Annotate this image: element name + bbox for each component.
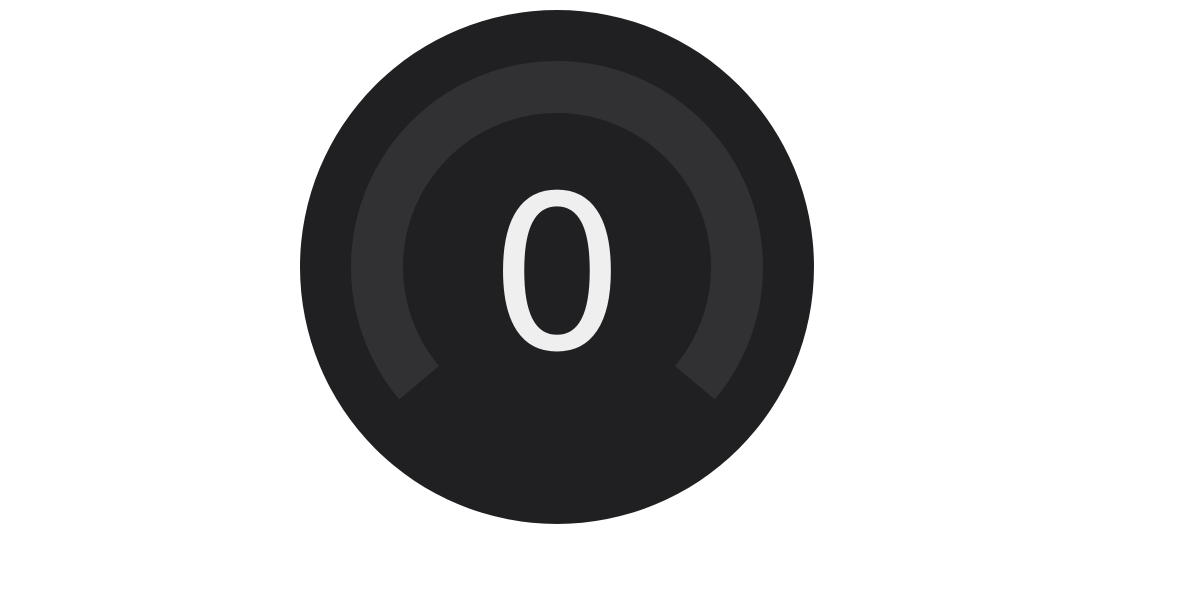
gauge-widget: 0 xyxy=(300,10,814,524)
gauge-value-label: 0 xyxy=(489,151,625,400)
gauge-svg: 0 xyxy=(300,10,814,524)
gauge-canvas: 0 xyxy=(0,0,1200,600)
